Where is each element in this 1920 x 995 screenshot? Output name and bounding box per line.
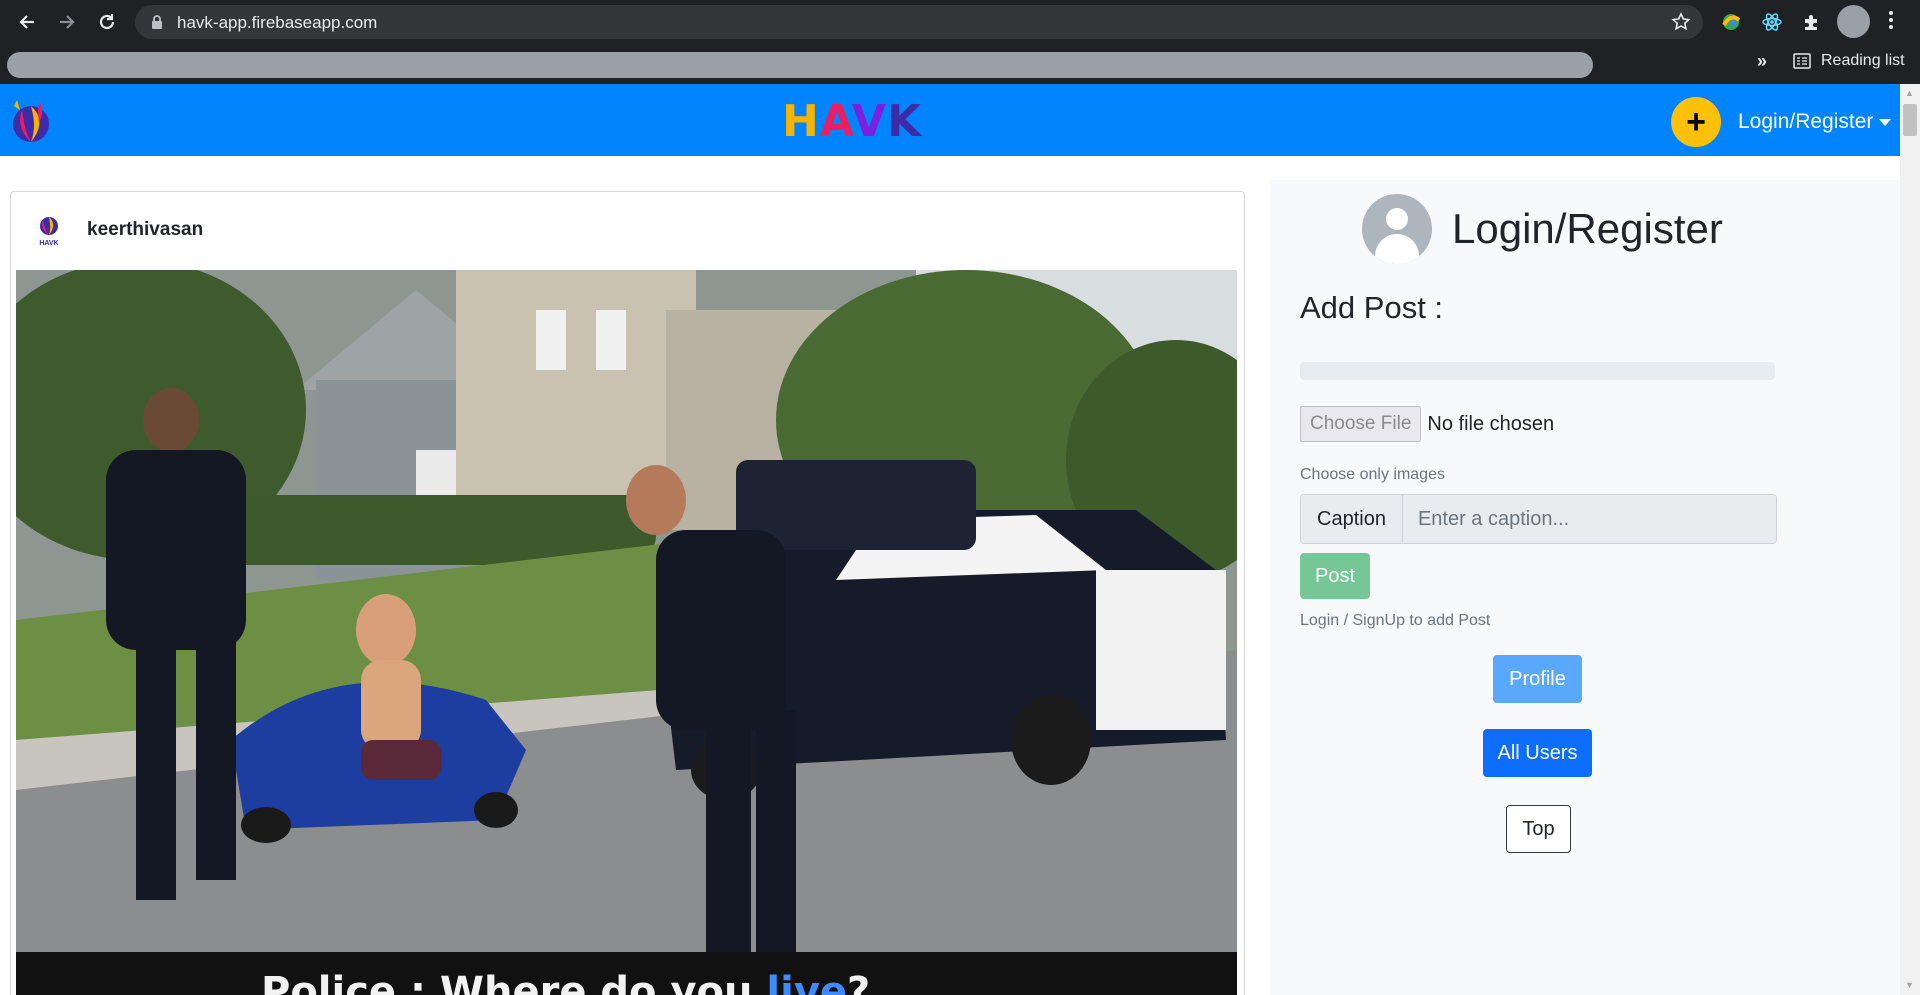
react-devtools-icon[interactable]: [1759, 9, 1785, 35]
file-hint: Choose only images: [1300, 466, 1445, 483]
bookmark-star-icon[interactable]: [1671, 12, 1691, 37]
add-post-heading: Add Post :: [1300, 290, 1444, 325]
brand-letter: A: [819, 96, 852, 147]
upload-progress-bar: [1300, 362, 1775, 380]
user-avatar-icon: [1362, 194, 1432, 264]
caption-input-group: Caption: [1300, 494, 1777, 544]
havk-logo-icon[interactable]: [10, 96, 52, 144]
caret-down-icon: [1879, 118, 1892, 126]
top-button[interactable]: Top: [1506, 805, 1571, 853]
extension-colorful-icon[interactable]: [1718, 9, 1744, 35]
post-username[interactable]: keerthivasan: [87, 219, 203, 241]
file-input[interactable]: Choose File No file chosen: [1300, 406, 1554, 442]
post-avatar-logo-icon: HAVK: [31, 212, 67, 248]
navbar: HAVK + Login/Register: [0, 84, 1900, 156]
reload-icon[interactable]: [94, 9, 120, 35]
back-icon[interactable]: [14, 9, 40, 35]
page: HAVK + Login/Register HAVK keerthivasan: [0, 84, 1900, 995]
login-register-dropdown[interactable]: Login/Register: [1738, 110, 1892, 134]
post-card: HAVK keerthivasan Police: Where do you …: [10, 191, 1245, 995]
url-text: havk-app.firebaseapp.com: [177, 13, 378, 32]
reading-list-label: Reading list: [1821, 52, 1905, 69]
login-hint: Login / SignUp to add Post: [1300, 612, 1491, 629]
sidebar-title: Login/Register: [1452, 205, 1723, 252]
choose-file-button[interactable]: Choose File: [1300, 406, 1422, 442]
mini-logo-text: HAVK: [39, 240, 58, 247]
page-scrollbar[interactable]: ▲ ▼: [1900, 84, 1920, 995]
reading-list-button[interactable]: Reading list: [1793, 52, 1905, 70]
scroll-down-icon[interactable]: ▼: [1905, 980, 1914, 990]
extensions-puzzle-icon[interactable]: [1799, 9, 1825, 35]
brand-letter: H: [782, 96, 820, 147]
address-bar[interactable]: havk-app.firebaseapp.com: [135, 5, 1703, 39]
lock-icon: [151, 15, 163, 34]
file-status-text: No file chosen: [1427, 412, 1555, 435]
sidebar: Login/Register Add Post : Choose File No…: [1270, 180, 1900, 995]
all-users-button[interactable]: All Users: [1483, 729, 1592, 777]
forward-icon[interactable]: [54, 9, 80, 35]
brand-title: HAVK: [782, 96, 922, 147]
post-image: Police : Where do you live?: [16, 270, 1237, 995]
brand-letter: K: [886, 96, 923, 147]
brand-letter: V: [851, 96, 887, 147]
more-vert-icon[interactable]: [1888, 9, 1894, 36]
post-header: HAVK keerthivasan: [31, 212, 203, 248]
scroll-thumb[interactable]: [1903, 104, 1917, 136]
reading-list-icon: [1793, 53, 1811, 69]
caption-label: Caption: [1301, 495, 1403, 543]
login-register-label: Login/Register: [1738, 110, 1874, 133]
bookmark-placeholder: [7, 52, 1593, 78]
bookmarks-bar: » Reading list: [0, 44, 1920, 84]
sidebar-header: Login/Register: [1362, 194, 1723, 264]
browser-toolbar: havk-app.firebaseapp.com: [0, 0, 1920, 44]
profile-button[interactable]: Profile: [1493, 655, 1582, 703]
scroll-up-icon[interactable]: ▲: [1905, 88, 1914, 98]
bookmarks-overflow-icon[interactable]: »: [1757, 51, 1767, 72]
caption-input[interactable]: [1402, 495, 1776, 543]
post-button[interactable]: Post: [1300, 553, 1370, 599]
image-caption-text: Police : Where do you live?: [261, 969, 870, 995]
profile-avatar[interactable]: [1837, 5, 1870, 38]
add-post-button[interactable]: +: [1671, 97, 1721, 147]
